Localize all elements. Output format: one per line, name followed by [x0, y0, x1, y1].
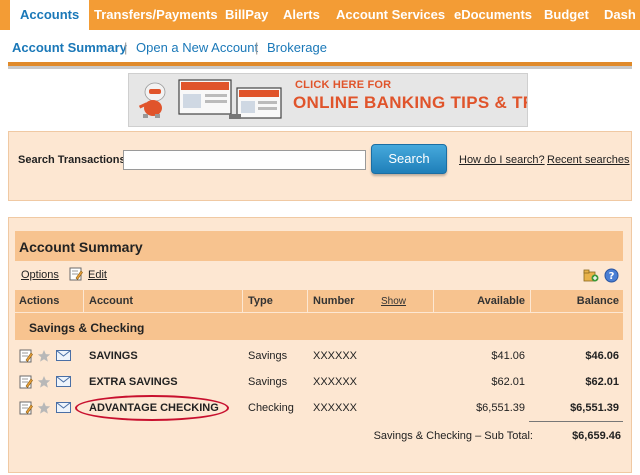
options-link[interactable]: Options	[21, 269, 59, 281]
table-row: EXTRA SAVINGS Savings XXXXXX $62.01 $62.…	[15, 369, 623, 395]
account-number: XXXXXX	[313, 402, 358, 414]
help-icon[interactable]: ?	[604, 268, 619, 283]
search-button[interactable]: Search	[371, 144, 447, 174]
tab-transfers-payments[interactable]: Transfers/Payments	[94, 0, 218, 30]
col-divider	[307, 290, 308, 312]
col-actions: Actions	[19, 295, 60, 307]
col-divider	[83, 290, 84, 312]
top-nav: Accounts Transfers/Payments BillPay Aler…	[0, 0, 640, 30]
mail-icon[interactable]	[56, 402, 71, 413]
edit-icon[interactable]	[19, 349, 33, 363]
group-row-savings-checking: Savings & Checking	[15, 313, 623, 340]
banner-heading-small: CLICK HERE FOR	[295, 79, 392, 91]
subnav-separator: |	[124, 40, 128, 55]
devices-icon	[178, 79, 282, 119]
search-input[interactable]	[123, 150, 366, 170]
how-to-search-link[interactable]: How do I search?	[459, 154, 545, 166]
search-label: Search Transactions:	[18, 154, 130, 166]
available-balance: $62.01	[491, 376, 525, 388]
tab-dash[interactable]: Dash	[604, 0, 636, 30]
tab-alerts[interactable]: Alerts	[283, 0, 320, 30]
star-icon[interactable]	[37, 349, 51, 363]
add-account-icon[interactable]	[583, 268, 599, 283]
col-number[interactable]: Number	[313, 295, 355, 307]
mail-icon[interactable]	[56, 350, 71, 361]
edit-icon[interactable]	[19, 401, 33, 415]
tab-budget[interactable]: Budget	[544, 0, 589, 30]
col-divider	[530, 290, 531, 312]
account-type: Savings	[248, 350, 288, 362]
mail-icon[interactable]	[56, 376, 71, 387]
banner-heading-large: ONLINE BANKING TIPS & TRICKS	[293, 93, 527, 112]
subnav-separator: |	[255, 40, 259, 55]
summary-title: Account Summary	[19, 239, 143, 255]
current-balance: $62.01	[585, 376, 619, 388]
table-row: SAVINGS Savings XXXXXX $41.06 $46.06	[15, 343, 623, 369]
summary-header: Account Summary	[15, 231, 623, 261]
edit-link[interactable]: Edit	[88, 269, 107, 281]
account-name[interactable]: SAVINGS	[89, 350, 138, 362]
account-name[interactable]: EXTRA SAVINGS	[89, 376, 178, 388]
group-label: Savings & Checking	[29, 321, 145, 335]
current-balance: $6,551.39	[570, 402, 619, 414]
highlight-circle	[75, 395, 229, 421]
star-icon[interactable]	[37, 375, 51, 389]
table-header: Actions Account Type Number Show Availab…	[15, 290, 623, 312]
account-type: Savings	[248, 376, 288, 388]
available-balance: $6,551.39	[476, 402, 525, 414]
account-number: XXXXXX	[313, 350, 358, 362]
show-numbers-link[interactable]: Show	[381, 296, 406, 307]
available-balance: $41.06	[491, 350, 525, 362]
account-number: XXXXXX	[313, 376, 358, 388]
subnav-open-new-account[interactable]: Open a New Account	[136, 40, 258, 55]
tab-edocuments[interactable]: eDocuments	[454, 0, 532, 30]
col-available[interactable]: Available	[477, 295, 525, 307]
tips-banner[interactable]: CLICK HERE FOR ONLINE BANKING TIPS & TRI…	[128, 73, 528, 127]
col-divider	[242, 290, 243, 312]
svg-text:?: ?	[609, 271, 615, 282]
star-icon[interactable]	[37, 401, 51, 415]
current-balance: $46.06	[585, 350, 619, 362]
tab-account-services[interactable]: Account Services	[336, 0, 445, 30]
col-type[interactable]: Type	[248, 295, 273, 307]
account-type: Checking	[248, 402, 294, 414]
col-divider	[433, 290, 434, 312]
search-panel: Search Transactions: Search How do I sea…	[8, 131, 632, 201]
subtotal-value: $6,659.46	[572, 430, 621, 442]
subtotal-divider	[529, 421, 623, 422]
tab-accounts[interactable]: Accounts	[10, 0, 90, 30]
col-account[interactable]: Account	[89, 295, 133, 307]
sub-nav: Account Summary | Open a New Account | B…	[0, 30, 640, 64]
divider	[8, 66, 632, 69]
tab-billpay[interactable]: BillPay	[225, 0, 268, 30]
subnav-account-summary[interactable]: Account Summary	[12, 40, 127, 55]
edit-icon[interactable]	[69, 267, 83, 281]
col-balance[interactable]: Balance	[577, 295, 619, 307]
subtotal-label: Savings & Checking – Sub Total:	[373, 430, 533, 442]
robot-mascot-icon	[138, 82, 166, 118]
recent-searches-link[interactable]: Recent searches	[547, 154, 630, 166]
subnav-brokerage[interactable]: Brokerage	[267, 40, 327, 55]
account-summary-panel: Account Summary Options Edit ? Actions A…	[8, 217, 632, 473]
summary-toolbar: Options Edit ?	[15, 264, 623, 288]
edit-icon[interactable]	[19, 375, 33, 389]
